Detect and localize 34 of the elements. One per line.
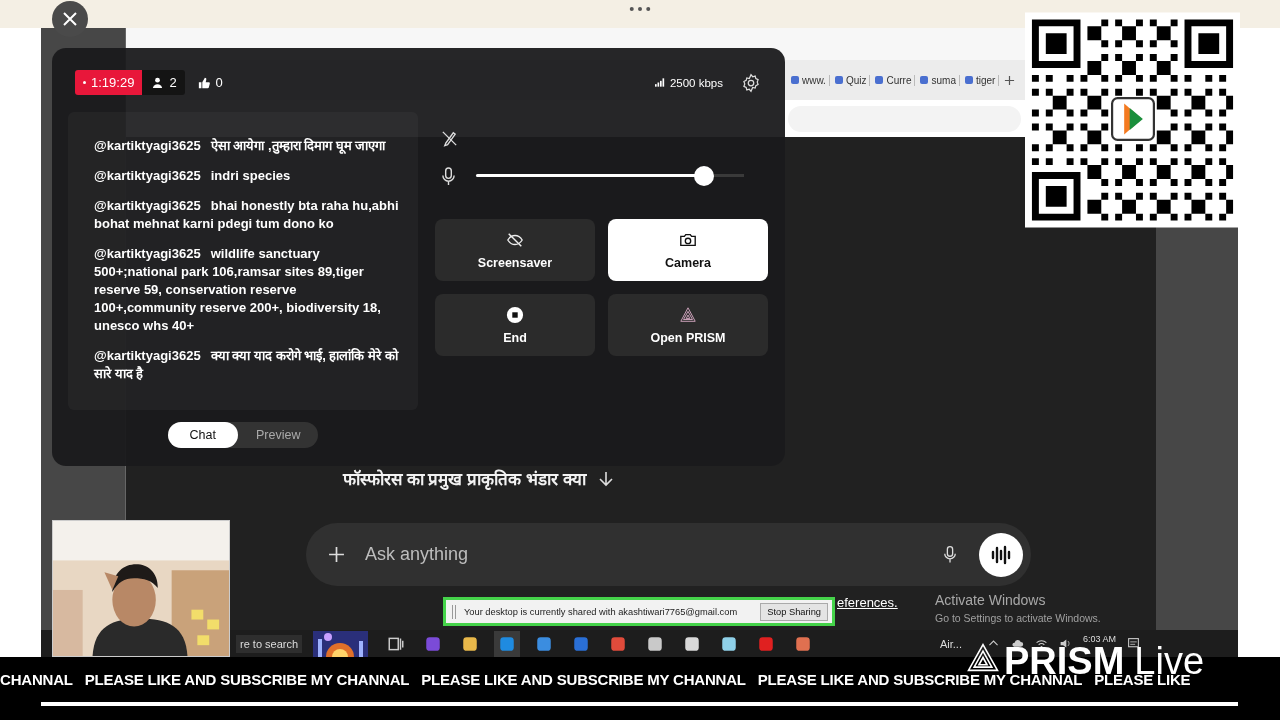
activation-subtitle: Go to Settings to activate Windows. (935, 612, 1101, 624)
action-button[interactable]: Camera (608, 219, 768, 281)
like-count: 0 (197, 75, 223, 90)
stop-sharing-button[interactable]: Stop Sharing (760, 602, 828, 621)
browser-tab[interactable]: Quiz (831, 74, 871, 86)
browser-tab[interactable]: tiger (961, 74, 1000, 86)
view-tab[interactable]: Chat (167, 422, 238, 448)
action-button[interactable]: Open PRISM (608, 294, 768, 356)
browser-tab[interactable]: www. (788, 74, 830, 86)
bitrate-indicator: 2500 kbps (654, 76, 723, 89)
ticker-text: PLEASE LIKE AND SUBSCRIBE MY CHANNAL (421, 671, 746, 688)
ticker-text: PLEASE LIKE AND SUBSCRIBE MY CHANNAL (84, 671, 410, 688)
prompt-field[interactable]: Ask anything (306, 523, 1031, 586)
browser-tab[interactable]: suma (917, 74, 960, 86)
share-message: Your desktop is currently shared with akashtiwari7765@gmail.com (464, 606, 739, 617)
live-timer: 1:19:29 (75, 70, 143, 95)
prompt-input[interactable]: Ask anything (363, 543, 925, 566)
action-button[interactable]: Screensaver (435, 219, 595, 281)
clock-time[interactable]: 6:03 AM (1082, 633, 1116, 644)
chat-message: @kartiktyagi3625 क्या क्या याद करोगे भाई, हालांकि मेरे को सारे याद है (94, 347, 400, 383)
chat-message: @kartiktyagi3625 indri species (94, 167, 292, 185)
viewer-count: 2 (142, 70, 185, 95)
chat-message: @kartiktyagi3625 wildlife sanctuary 500+;national park 106,ramsar sites 89,tiger reserve 59, conservation reserve 100+,community reserve 200+, biodiversity 18, unesco whs 40+ (94, 245, 382, 335)
chat-message: @kartiktyagi3625 ऐसा आयेगा ,तुम्हारा दिमाग घूम जाएगा (94, 137, 387, 155)
references-link[interactable]: eferences. (837, 595, 898, 610)
browser-tab[interactable]: Curre (872, 74, 916, 86)
tray-app[interactable]: Air... (939, 637, 962, 650)
chat-message: @kartiktyagi3625 bhai honestly bta raha hu,abhi bohat mehnat karni pdegi tum dono ko (94, 197, 400, 233)
action-button[interactable]: End (435, 294, 595, 356)
question-text: फॉस्फोरस का प्रमुख प्राकृतिक भंडार क्या (343, 468, 586, 490)
view-tab[interactable]: Preview (237, 422, 319, 448)
activation-title: Activate Windows (935, 592, 1047, 608)
ticker-text: CHANNAL (0, 671, 73, 688)
search-box[interactable]: re to search (236, 634, 303, 653)
